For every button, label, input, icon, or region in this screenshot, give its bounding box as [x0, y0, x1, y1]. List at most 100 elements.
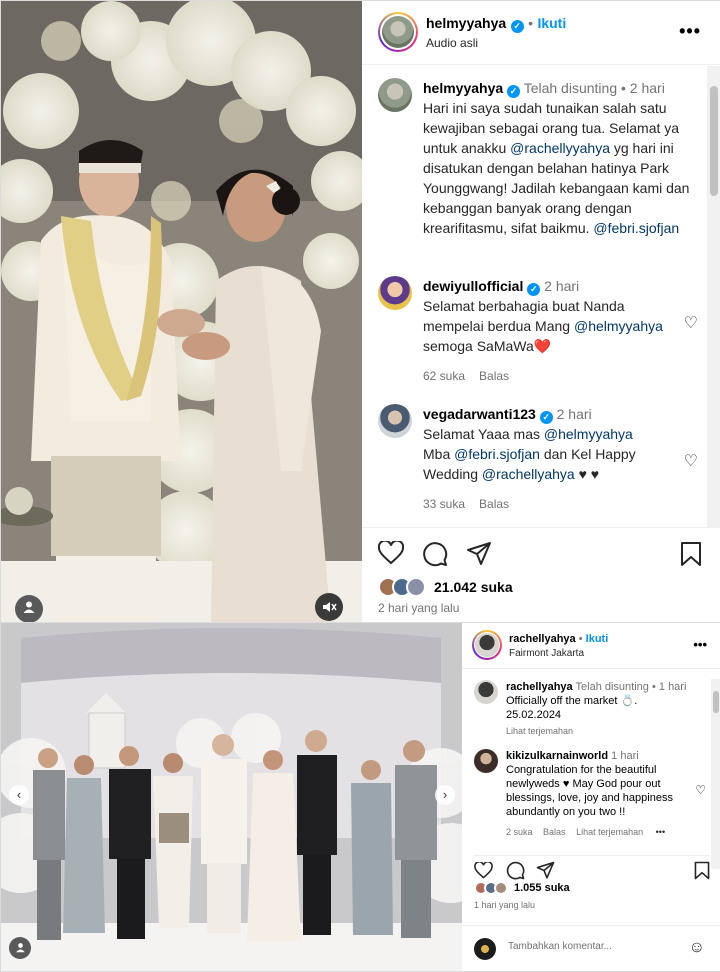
comment-text-part: Selamat Yaaa mas: [423, 426, 544, 442]
liker-avatar: [494, 881, 508, 895]
family-group-photo: [1, 623, 462, 971]
caption-text: Hari ini saya sudah tunaikan salah satu …: [423, 98, 698, 238]
caption-time[interactable]: 2 hari: [630, 80, 665, 96]
post-2-actions: [474, 855, 710, 880]
mute-audio-icon[interactable]: [315, 593, 343, 621]
comment-time[interactable]: 1 hari: [611, 750, 639, 762]
avatar[interactable]: [378, 404, 412, 438]
avatar[interactable]: [378, 78, 412, 112]
mention-link[interactable]: @rachellyahya: [482, 466, 575, 482]
post-2-sidebar: rachellyahya • Ikuti Fairmont Jakarta ••…: [462, 623, 720, 971]
comment-time[interactable]: 2 hari: [557, 406, 592, 422]
author-username[interactable]: helmyyahya: [426, 15, 506, 31]
like-heart-icon[interactable]: [474, 861, 493, 882]
likes-count[interactable]: 21.042 suka: [434, 579, 513, 595]
dot-separator: •: [651, 681, 656, 693]
caption-username[interactable]: helmyyahya: [423, 80, 503, 96]
share-paper-plane-icon[interactable]: [536, 861, 555, 883]
like-heart-icon[interactable]: [377, 539, 405, 571]
see-translation-link[interactable]: Lihat terjemahan: [576, 827, 643, 837]
bookmark-icon[interactable]: [680, 541, 702, 573]
caption-time[interactable]: 1 hari: [659, 681, 687, 693]
author-username[interactable]: rachellyahya: [509, 633, 576, 645]
comment-item: vegadarwanti123 ✓ 2 hari Selamat Yaaa ma…: [378, 404, 698, 527]
follow-button[interactable]: Ikuti: [586, 633, 609, 645]
mention-link[interactable]: @helmyyahya: [574, 318, 663, 334]
post-panel-2: ‹ › rachellyahya • Ikuti Fairmont Jakart…: [0, 622, 720, 972]
like-comment-icon[interactable]: ♡: [695, 783, 706, 797]
comments-scrollbar[interactable]: [707, 66, 720, 528]
add-comment-bar: Tambahkan komentar... ☺: [462, 925, 720, 971]
mention-link[interactable]: @helmyyahya: [544, 426, 633, 442]
caption-username[interactable]: rachellyahya: [506, 681, 573, 693]
reply-button[interactable]: Balas: [543, 827, 566, 837]
location-label[interactable]: Fairmont Jakarta: [509, 648, 584, 659]
comment-text: Selamat berbahagia buat Nanda mempelai b…: [423, 296, 663, 356]
carousel-next-button[interactable]: ›: [435, 785, 455, 805]
dot-separator: •: [578, 633, 583, 645]
post-2-photo[interactable]: ‹ ›: [1, 623, 462, 971]
comment-username[interactable]: kikizulkarnainworld: [506, 750, 608, 762]
comments-list[interactable]: helmyyahya ✓ Telah disunting • 2 hari Ha…: [362, 66, 720, 528]
comment-more-icon[interactable]: •••: [656, 827, 665, 837]
comments-scrollbar[interactable]: [711, 679, 720, 869]
more-options-icon[interactable]: •••: [679, 21, 701, 42]
comment-likes[interactable]: 2 suka: [506, 827, 533, 837]
more-options-icon[interactable]: •••: [693, 637, 707, 652]
avatar[interactable]: [378, 12, 418, 52]
post-1-header: helmyyahya ✓ • Ikuti Audio asli •••: [362, 1, 720, 65]
comment-username[interactable]: vegadarwanti123: [423, 406, 536, 422]
share-paper-plane-icon[interactable]: [466, 541, 492, 573]
avatar[interactable]: [474, 749, 498, 773]
comment-text-part: semoga SaMaWa: [423, 338, 534, 354]
verified-badge-icon: ✓: [510, 20, 524, 33]
heart-emoji: ❤️: [533, 338, 552, 354]
dot-separator: •: [621, 80, 626, 96]
comment-time[interactable]: 2 hari: [544, 278, 579, 294]
audio-label[interactable]: Audio asli: [426, 36, 478, 50]
ring-exchange-photo: [1, 1, 362, 623]
mention-link[interactable]: @rachellyyahya: [510, 140, 610, 156]
mention-link[interactable]: @febri.sjofjan: [454, 446, 540, 462]
dot-separator: •: [528, 15, 533, 31]
comment-username[interactable]: dewiyullofficial: [423, 278, 523, 294]
comment-item: dewiyullofficial ✓ 2 hari Selamat berbah…: [378, 276, 698, 386]
liker-avatar: [406, 577, 426, 597]
caption-line: Officially off the market 💍.: [506, 695, 638, 707]
carousel-prev-button[interactable]: ‹: [9, 785, 29, 805]
comment-text-part: ♥ ♥: [574, 466, 600, 482]
follow-button[interactable]: Ikuti: [537, 15, 566, 31]
edited-label: Telah disunting: [575, 681, 649, 693]
post-1-photo[interactable]: [1, 1, 362, 623]
comment-likes[interactable]: 62 suka: [423, 369, 465, 383]
like-comment-icon[interactable]: ♡: [684, 314, 698, 334]
post-time[interactable]: 1 hari yang lalu: [474, 900, 535, 910]
likes-count[interactable]: 1.055 suka: [514, 882, 570, 894]
avatar[interactable]: [474, 680, 498, 704]
see-translation-link[interactable]: Lihat terjemahan: [506, 724, 706, 738]
post-1-actions: [377, 539, 708, 573]
avatar[interactable]: [472, 630, 502, 660]
reply-button[interactable]: Balas: [479, 369, 509, 383]
comment-likes[interactable]: 33 suka: [423, 497, 465, 511]
post-time[interactable]: 2 hari yang lalu: [378, 601, 459, 615]
emoji-picker-icon[interactable]: ☺: [689, 939, 705, 957]
bookmark-icon[interactable]: [694, 861, 710, 883]
tagged-users-icon[interactable]: [15, 595, 43, 623]
post-1-sidebar: helmyyahya ✓ • Ikuti Audio asli ••• helm…: [362, 1, 720, 623]
caption-date: 25.02.2024: [506, 709, 562, 721]
comment-bubble-icon[interactable]: [506, 861, 525, 883]
verified-badge-icon: ✓: [507, 85, 521, 98]
current-user-avatar: [474, 938, 496, 960]
comment-text: Congratulation for the beautiful newlywe…: [506, 764, 673, 818]
reply-button[interactable]: Balas: [479, 497, 509, 511]
mention-link[interactable]: @febri.sjofjan: [593, 220, 679, 236]
verified-badge-icon: ✓: [527, 283, 541, 296]
like-comment-icon[interactable]: ♡: [684, 452, 698, 472]
avatar[interactable]: [378, 276, 412, 310]
comment-text: Selamat Yaaa mas @helmyyahya Mba @febri.…: [423, 424, 663, 484]
comment-input[interactable]: Tambahkan komentar...: [508, 941, 612, 952]
comment-text-part: Mba: [423, 446, 455, 462]
comment-bubble-icon[interactable]: [422, 541, 448, 573]
tagged-users-icon[interactable]: [9, 937, 31, 959]
